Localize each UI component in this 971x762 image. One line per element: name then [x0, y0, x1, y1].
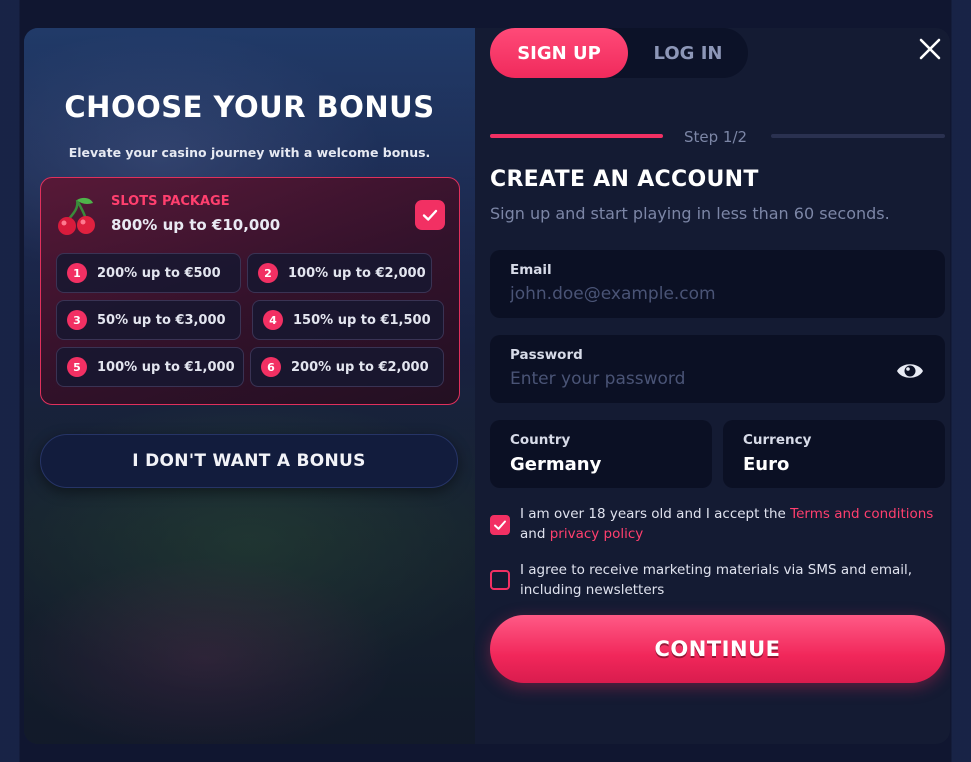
close-icon	[919, 38, 941, 60]
tier-number-badge: 4	[263, 310, 283, 330]
tier-number-badge: 1	[67, 263, 87, 283]
no-bonus-button[interactable]: I DON'T WANT A BONUS	[40, 434, 458, 488]
tier-text: 200% up to €500	[97, 265, 221, 281]
check-icon	[494, 520, 506, 530]
password-field[interactable]: Password	[490, 335, 945, 403]
country-label: Country	[510, 432, 571, 448]
bonus-tier: 1 200% up to €500	[56, 253, 241, 293]
email-label: Email	[510, 262, 552, 278]
progress-bar-step-1	[490, 134, 663, 138]
bonus-tier: 6 200% up to €2,000	[250, 347, 444, 387]
tab-log-in[interactable]: LOG IN	[628, 28, 748, 78]
marketing-consent-checkbox[interactable]	[490, 570, 510, 590]
email-field[interactable]: Email	[490, 250, 945, 318]
currency-label: Currency	[743, 432, 812, 448]
auth-tabs: SIGN UP LOG IN	[490, 28, 748, 78]
email-input[interactable]	[510, 284, 895, 304]
terms-and-conditions-link[interactable]: Terms and conditions	[790, 506, 933, 522]
bonus-tier: 4 150% up to €1,500	[252, 300, 444, 340]
tier-text: 50% up to €3,000	[97, 312, 226, 328]
privacy-policy-link[interactable]: privacy policy	[550, 526, 644, 542]
tab-sign-up[interactable]: SIGN UP	[490, 28, 628, 78]
continue-button[interactable]: CONTINUE	[490, 615, 945, 683]
bonus-tier: 3 50% up to €3,000	[56, 300, 241, 340]
bonus-title: CHOOSE YOUR BONUS	[64, 90, 435, 124]
tier-text: 100% up to €1,000	[97, 359, 235, 375]
password-input[interactable]	[510, 369, 895, 389]
consent-and-text: and	[520, 526, 550, 542]
package-selected-checkbox[interactable]	[415, 200, 445, 230]
age-terms-checkbox[interactable]	[490, 515, 510, 535]
tier-number-badge: 6	[261, 357, 281, 377]
tier-number-badge: 2	[258, 263, 278, 283]
password-label: Password	[510, 347, 583, 363]
currency-select[interactable]: Currency Euro	[723, 420, 945, 488]
age-terms-consent-text: I am over 18 years old and I accept the …	[520, 504, 950, 544]
currency-value: Euro	[743, 454, 790, 475]
bonus-tier: 2 100% up to €2,000	[247, 253, 432, 293]
slots-package-card[interactable]: SLOTS PACKAGE 800% up to €10,000 1 200% …	[40, 177, 460, 405]
step-indicator: Step 1/2	[684, 128, 748, 146]
tier-text: 200% up to €2,000	[291, 359, 429, 375]
tier-number-badge: 5	[67, 357, 87, 377]
consent-age-text: I am over 18 years old and I accept the	[520, 506, 791, 522]
form-title: CREATE AN ACCOUNT	[490, 167, 759, 192]
cherry-icon	[58, 197, 95, 235]
package-amount: 800% up to €10,000	[111, 216, 281, 234]
form-subtitle: Sign up and start playing in less than 6…	[490, 204, 890, 223]
signup-modal: CHOOSE YOUR BONUS Elevate your casino jo…	[24, 28, 950, 744]
marketing-consent-text: I agree to receive marketing materials v…	[520, 562, 913, 598]
package-name: SLOTS PACKAGE	[111, 194, 230, 209]
tier-number-badge: 3	[67, 310, 87, 330]
country-value: Germany	[510, 454, 602, 475]
bonus-subtitle: Elevate your casino journey with a welco…	[68, 145, 431, 160]
progress-bar-step-2	[771, 134, 945, 138]
bonus-tier: 5 100% up to €1,000	[56, 347, 244, 387]
show-password-eye-icon[interactable]	[895, 359, 925, 383]
country-select[interactable]: Country Germany	[490, 420, 712, 488]
bonus-panel: CHOOSE YOUR BONUS Elevate your casino jo…	[24, 28, 475, 744]
tier-text: 100% up to €2,000	[288, 265, 426, 281]
check-icon	[422, 209, 438, 221]
close-button[interactable]	[917, 36, 943, 62]
tier-text: 150% up to €1,500	[293, 312, 431, 328]
